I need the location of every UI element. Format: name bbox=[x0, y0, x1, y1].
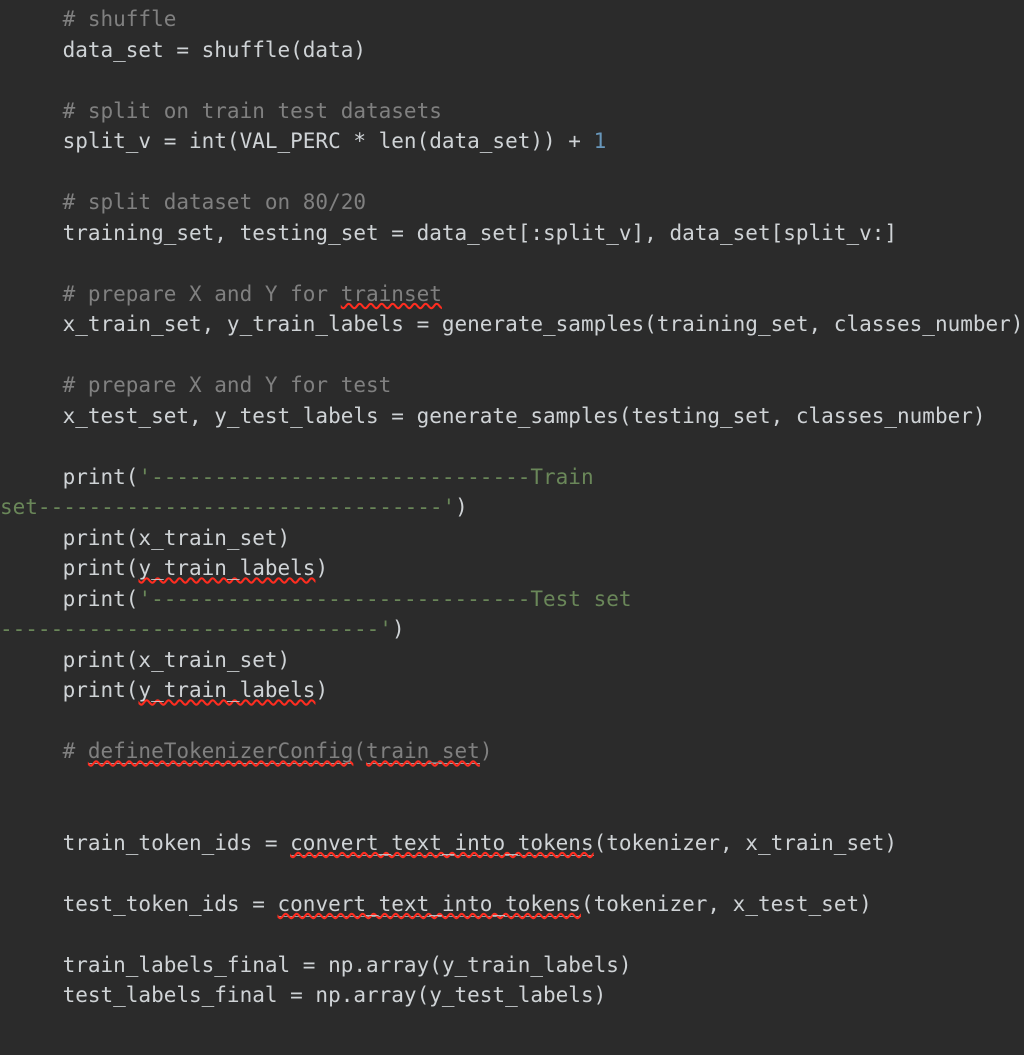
code-token: convert_text_into_tokens bbox=[290, 830, 594, 856]
code-line[interactable]: # split dataset on 80/20 bbox=[0, 187, 1024, 218]
code-token: split_v = int(VAL_PERC * len(data_set)) … bbox=[12, 129, 594, 153]
code-line[interactable]: print(x_train_set) bbox=[0, 523, 1024, 554]
code-token: convert_text_into_tokens bbox=[277, 891, 581, 917]
code-token: defineTokenizerConfig bbox=[87, 739, 354, 764]
code-line[interactable]: x_test_set, y_test_labels = generate_sam… bbox=[0, 401, 1024, 432]
code-token: test_token_ids = bbox=[12, 891, 278, 916]
code-line[interactable]: split_v = int(VAL_PERC * len(data_set)) … bbox=[0, 126, 1024, 157]
code-line[interactable] bbox=[0, 797, 1024, 828]
code-line[interactable]: print(y_train_labels) bbox=[0, 675, 1024, 706]
code-token: # prepare X and Y for bbox=[12, 281, 341, 306]
code-line[interactable]: # defineTokenizerConfig(train_set) bbox=[0, 736, 1024, 767]
code-line[interactable] bbox=[0, 858, 1024, 889]
code-line[interactable]: print('------------------------------Tes… bbox=[0, 584, 1024, 615]
code-line[interactable]: # prepare X and Y for trainset bbox=[0, 279, 1024, 310]
code-line[interactable]: data_set = shuffle(data) bbox=[0, 35, 1024, 66]
code-token: data_set = shuffle(data) bbox=[12, 37, 367, 62]
code-token: train_token_ids = bbox=[12, 830, 291, 855]
code-token: # prepare X and Y for test bbox=[12, 373, 392, 397]
code-token: ) bbox=[391, 617, 405, 641]
code-content-area[interactable]: # shuffle data_set = shuffle(data) # spl… bbox=[0, 0, 1024, 1011]
code-line[interactable] bbox=[0, 767, 1024, 798]
code-line[interactable] bbox=[0, 340, 1024, 371]
code-line[interactable]: print(x_train_set) bbox=[0, 645, 1024, 676]
code-line[interactable]: train_token_ids = convert_text_into_toke… bbox=[0, 828, 1024, 859]
code-token: test_labels_final = np.array(y_test_labe… bbox=[12, 983, 607, 1007]
code-line[interactable]: set--------------------------------') bbox=[0, 492, 1024, 523]
code-token: set--------------------------------' bbox=[0, 495, 456, 519]
code-token: (tokenizer, x_train_set) bbox=[593, 830, 898, 855]
code-token: (tokenizer, x_test_set) bbox=[580, 891, 872, 916]
code-token: ) bbox=[315, 678, 329, 702]
code-token: # shuffle bbox=[12, 7, 177, 31]
code-line[interactable]: test_labels_final = np.array(y_test_labe… bbox=[0, 980, 1024, 1011]
code-token: ------------------------------' bbox=[0, 617, 392, 641]
code-token: y_train_labels bbox=[138, 556, 316, 580]
code-token: print( bbox=[12, 464, 139, 489]
code-line[interactable]: # split on train test datasets bbox=[0, 96, 1024, 127]
code-line[interactable]: # prepare X and Y for test bbox=[0, 370, 1024, 401]
code-token: trainset bbox=[340, 281, 442, 306]
code-token: 1 bbox=[593, 129, 607, 153]
code-token: ) bbox=[315, 556, 329, 580]
code-token: x_train_set, y_train_labels = generate_s… bbox=[12, 312, 1024, 336]
code-token: print( bbox=[12, 678, 139, 702]
code-token: '------------------------------Train bbox=[138, 464, 594, 489]
code-token: y_train_labels bbox=[138, 678, 316, 702]
code-token: print( bbox=[12, 556, 139, 580]
code-line[interactable]: test_token_ids = convert_text_into_token… bbox=[0, 889, 1024, 920]
code-line[interactable]: training_set, testing_set = data_set[:sp… bbox=[0, 218, 1024, 249]
code-token: ) bbox=[455, 495, 468, 519]
code-line[interactable] bbox=[0, 157, 1024, 188]
code-line[interactable]: train_labels_final = np.array(y_train_la… bbox=[0, 950, 1024, 981]
code-token: train_labels_final = np.array(y_train_la… bbox=[12, 952, 632, 977]
code-line[interactable] bbox=[0, 431, 1024, 462]
code-line[interactable] bbox=[0, 706, 1024, 737]
code-line[interactable]: ------------------------------') bbox=[0, 614, 1024, 645]
code-line[interactable]: print(y_train_labels) bbox=[0, 553, 1024, 584]
code-line[interactable] bbox=[0, 65, 1024, 96]
code-token: # split on train test datasets bbox=[12, 98, 442, 123]
code-token: ( bbox=[353, 739, 367, 763]
code-token: print(x_train_set) bbox=[12, 647, 291, 672]
code-token: x_test_set, y_test_labels = generate_sam… bbox=[12, 403, 986, 428]
code-line[interactable]: x_train_set, y_train_labels = generate_s… bbox=[0, 309, 1024, 340]
code-token: print(x_train_set) bbox=[12, 525, 291, 550]
code-line[interactable]: print('------------------------------Tra… bbox=[0, 462, 1024, 493]
code-token: # bbox=[12, 739, 88, 763]
code-line[interactable]: # shuffle bbox=[0, 4, 1024, 35]
code-token: # split dataset on 80/20 bbox=[12, 190, 367, 214]
code-editor[interactable]: # shuffle data_set = shuffle(data) # spl… bbox=[0, 0, 1024, 1055]
code-token: print( bbox=[12, 586, 139, 611]
code-token: '------------------------------Test set bbox=[138, 586, 632, 611]
code-line[interactable] bbox=[0, 919, 1024, 950]
code-token: ) bbox=[479, 739, 493, 763]
code-line[interactable] bbox=[0, 248, 1024, 279]
code-token: train_set bbox=[366, 739, 480, 764]
code-token: training_set, testing_set = data_set[:sp… bbox=[12, 220, 898, 245]
